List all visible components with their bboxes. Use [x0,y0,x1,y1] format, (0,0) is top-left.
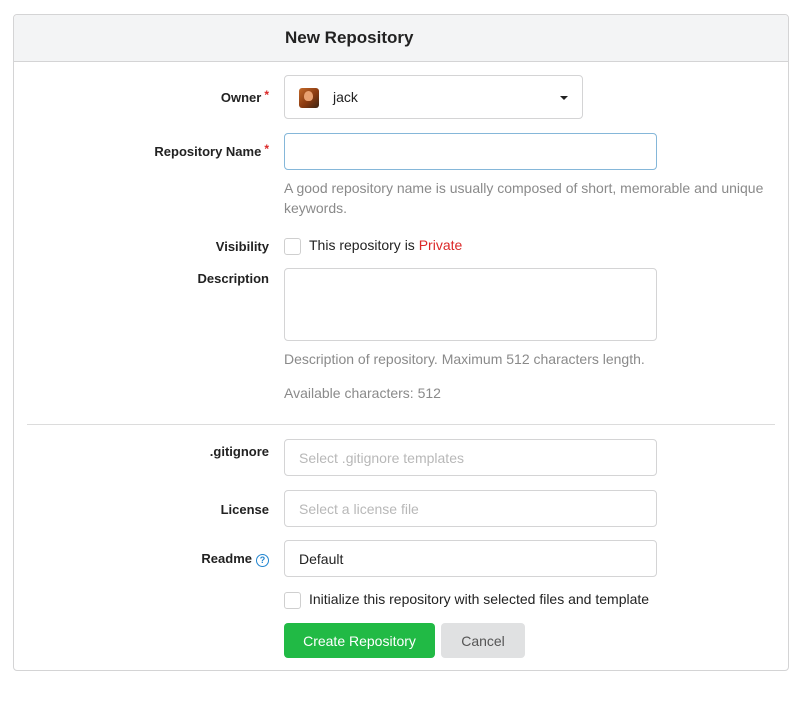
form-header: New Repository [14,15,788,62]
caret-down-icon [560,96,568,100]
initialize-checkbox[interactable] [284,592,301,609]
readme-select[interactable]: Default [284,540,657,577]
readme-selected-value: Default [299,551,344,567]
new-repository-form: New Repository Owner * jack Repository Na… [13,14,789,671]
repo-name-input[interactable] [284,133,657,170]
create-repository-button[interactable]: Create Repository [284,623,435,658]
available-characters: Available characters: 512 [284,385,441,401]
visibility-label: Visibility [215,239,269,254]
readme-label-text: Readme [201,551,252,566]
private-word: Private [418,237,463,253]
repo-name-label: Repository Name * [154,142,269,159]
gitignore-select[interactable]: Select .gitignore templates [284,439,657,476]
license-select[interactable]: Select a license file [284,490,657,527]
cancel-button[interactable]: Cancel [441,623,525,658]
owner-label-text: Owner [220,90,262,105]
license-placeholder: Select a license file [299,501,419,517]
gitignore-label: .gitignore [209,444,269,459]
page-title: New Repository [285,28,414,47]
repo-name-help: A good repository name is usually compos… [284,180,764,216]
private-checkbox[interactable] [284,238,301,255]
initialize-checkbox-label[interactable]: Initialize this repository with selected… [309,591,649,607]
section-divider [27,424,775,425]
description-help: Description of repository. Maximum 512 c… [284,351,645,367]
required-marker: * [264,88,269,102]
visibility-text: This repository is [309,237,419,253]
readme-label: Readme? [201,551,269,567]
owner-selected-value: jack [333,89,358,105]
description-label: Description [197,271,269,286]
question-circle-icon[interactable]: ? [256,554,269,567]
owner-dropdown[interactable]: jack [284,75,583,119]
license-label: License [220,502,269,517]
owner-label: Owner * [220,88,269,105]
required-marker: * [264,142,269,156]
repo-name-label-text: Repository Name [154,144,262,159]
avatar [299,88,319,108]
private-checkbox-label[interactable]: This repository is Private [309,237,462,253]
gitignore-placeholder: Select .gitignore templates [299,450,464,466]
description-textarea[interactable] [284,268,657,341]
